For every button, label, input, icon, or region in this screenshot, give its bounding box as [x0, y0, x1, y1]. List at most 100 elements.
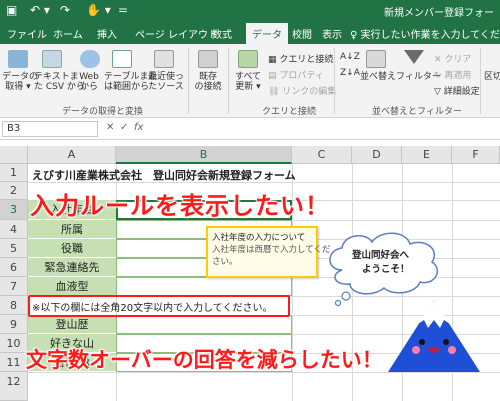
refresh-icon[interactable]: [238, 50, 258, 68]
tooltip-body: 入社年度は西暦で入力してくだ: [212, 245, 331, 255]
tab-file[interactable]: ファイル: [7, 26, 47, 41]
input-climbing-history[interactable]: [116, 315, 292, 334]
enter-icon[interactable]: ✓: [120, 122, 128, 133]
fx-icon[interactable]: fx: [134, 122, 143, 133]
filter-icon[interactable]: [404, 50, 424, 64]
group-get-transform: データの取得と変換: [62, 107, 144, 117]
tooltip-title: 入社年度の入力について: [212, 233, 306, 243]
tab-home[interactable]: ホーム: [53, 26, 83, 41]
recent-sources-icon[interactable]: [154, 50, 174, 68]
worksheet-grid: A B C D E F 1 2 3 4 5 6 7 8 9 10 11 12 え…: [0, 146, 500, 401]
undo-icon[interactable]: ↶ ▾: [30, 3, 50, 17]
window-title: 新規メンバー登録フォー: [384, 8, 494, 19]
group-sort-filter: 並べ替えとフィルター: [372, 107, 462, 117]
tab-review[interactable]: 校閲: [292, 26, 312, 41]
form-title[interactable]: えびす川産業株式会社 登山同好会新規登録フォーム: [32, 167, 296, 183]
overlay-heading-top: 入力ルールを表示したい！: [30, 192, 330, 221]
ribbon-separator: [228, 48, 229, 114]
sort-button[interactable]: 並べ替え: [360, 72, 396, 82]
bubble-text-2: ようこそ！: [362, 264, 410, 275]
text-file-icon[interactable]: [42, 50, 62, 68]
ribbon-separator: [480, 48, 481, 114]
tab-view-label[interactable]: 表示: [322, 26, 342, 41]
column-header[interactable]: B: [116, 146, 292, 164]
group-queries: クエリと接続: [262, 107, 317, 117]
mascot-eye: [443, 339, 449, 345]
column-header[interactable]: F: [452, 146, 500, 164]
row-header[interactable]: 2: [0, 182, 28, 200]
formula-bar: B3 ✕ ✓ fx: [0, 118, 500, 140]
web-icon[interactable]: [80, 50, 100, 68]
redo-icon[interactable]: ↷: [60, 3, 70, 17]
existing-connections-icon[interactable]: [198, 50, 218, 68]
bubble-text-1: 登山同好会へ: [352, 250, 410, 261]
column-header[interactable]: E: [402, 146, 452, 164]
tab-data[interactable]: データ: [246, 23, 288, 44]
recent-sources-button[interactable]: 最近使っ たソース: [148, 72, 184, 92]
row-header[interactable]: 5: [0, 239, 28, 258]
from-web-button[interactable]: Web から: [76, 72, 102, 92]
mascot-cheek: [448, 346, 456, 354]
title-bar: ▣ ↶ ▾ ↷ ✋ ▾ = 新規メンバー登録フォー: [0, 0, 500, 22]
ribbon-separator: [334, 48, 335, 114]
row-header[interactable]: 11: [0, 353, 28, 372]
row-header[interactable]: 1: [0, 164, 28, 182]
refresh-all-button[interactable]: すべて 更新 ▾: [232, 72, 264, 92]
label-blood-type[interactable]: 血液型: [28, 277, 116, 296]
mascot-eye: [419, 339, 425, 345]
row-header[interactable]: 10: [0, 334, 28, 353]
cancel-icon[interactable]: ✕: [106, 122, 114, 133]
label-emergency-contact[interactable]: 緊急連絡先: [28, 258, 116, 277]
row-header[interactable]: 6: [0, 258, 28, 277]
row-header[interactable]: 12: [0, 372, 28, 401]
ribbon: データの 取得 ▾ テキストまた CSV から Web から テーブルまた は範囲から…: [0, 44, 500, 118]
label-climbing-history[interactable]: 登山歴: [28, 315, 116, 334]
row-header[interactable]: 9: [0, 315, 28, 334]
text-to-columns-button[interactable]: 区切: [484, 72, 500, 82]
label-department[interactable]: 所属: [28, 220, 116, 239]
select-all-corner[interactable]: [0, 146, 28, 164]
input-message-tooltip: 入社年度の入力について 入社年度は西暦で入力してくだ さい。: [206, 226, 331, 278]
get-data-button[interactable]: データの 取得 ▾: [2, 72, 38, 92]
queries-connections-button[interactable]: ▦ クエリと接続: [268, 52, 333, 65]
customize-toolbar-icon[interactable]: =: [118, 3, 128, 17]
sort-desc-icon[interactable]: Z↓A: [340, 68, 360, 78]
edit-links-button[interactable]: ⛓ リンクの編集: [268, 84, 336, 97]
ribbon-tabs: ファイル ホーム 挿入 ページ レイアウト 数式 データ 校閲 表示 表示 ♀ …: [0, 22, 500, 44]
existing-connections-button[interactable]: 既存 の接続: [192, 72, 224, 92]
tell-me-search[interactable]: ♀ 実行したい作業を入力してくださ: [350, 26, 500, 41]
row-header[interactable]: 4: [0, 220, 28, 239]
overlay-heading-bottom: 文字数オーバーの回答を減らしたい！: [26, 348, 384, 373]
mountain-mascot: [388, 300, 480, 372]
bubble-dot: [334, 299, 342, 306]
row-header[interactable]: 7: [0, 277, 28, 296]
from-table-button[interactable]: テーブルまた は範囲から: [104, 72, 157, 92]
name-box[interactable]: B3: [2, 121, 98, 137]
column-header[interactable]: D: [352, 146, 402, 164]
tooltip-body-2: さい。: [212, 257, 238, 267]
filter-button[interactable]: フィルター: [396, 72, 441, 82]
row-header[interactable]: 3: [0, 200, 28, 220]
clear-filter-button[interactable]: ✕ クリア: [434, 52, 471, 65]
save-icon[interactable]: ▣: [6, 3, 17, 17]
tab-page-layout[interactable]: ページ レイアウト: [135, 26, 218, 41]
text-csv-button[interactable]: テキストまた CSV から: [34, 72, 85, 92]
bubble-dot: [341, 291, 351, 301]
label-position[interactable]: 役職: [28, 239, 116, 258]
tab-formulas[interactable]: 数式: [212, 26, 232, 41]
sort-asc-icon[interactable]: A↓Z: [340, 52, 360, 62]
tab-insert[interactable]: 挿入: [97, 26, 117, 41]
row-header[interactable]: 8: [0, 296, 28, 315]
column-header[interactable]: A: [28, 146, 116, 164]
sort-icon[interactable]: [366, 50, 386, 68]
advanced-filter-button[interactable]: ▽ 詳細設定: [434, 84, 480, 97]
table-icon[interactable]: [112, 50, 132, 68]
touch-mode-icon[interactable]: ✋ ▾: [86, 3, 111, 17]
database-icon[interactable]: [8, 50, 28, 68]
reapply-button[interactable]: ↻ 再適用: [434, 68, 471, 81]
ribbon-separator: [188, 48, 189, 114]
highlight-box: [28, 295, 290, 317]
column-header[interactable]: C: [292, 146, 352, 164]
properties-button[interactable]: ▤ プロパティ: [268, 68, 324, 81]
input-blood-type[interactable]: [116, 277, 292, 296]
